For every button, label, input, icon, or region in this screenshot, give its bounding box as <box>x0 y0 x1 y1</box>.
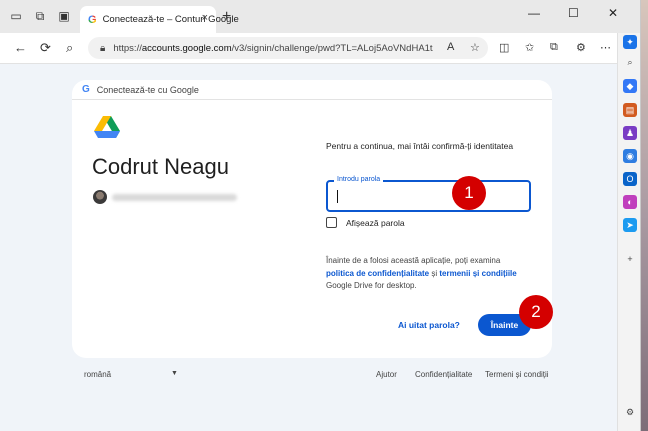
tools-icon[interactable]: ▤ <box>623 103 637 117</box>
search-icon[interactable]: ⌕ <box>66 40 73 56</box>
google-icon: G <box>88 13 97 26</box>
desktop-background-edge <box>641 0 648 431</box>
card-header: G Conectează-te cu Google <box>72 80 552 100</box>
tab-title: Conectează-te – Conturi Google <box>102 14 239 25</box>
footer-privacy-link[interactable]: Confidențialitate <box>415 370 472 379</box>
page-footer: română ▼ Ajutor Confidențialitate Termen… <box>0 370 617 386</box>
games-icon[interactable]: ♟ <box>623 126 637 140</box>
settings-gear-icon[interactable]: ⚙ <box>623 405 637 419</box>
app-info-text: Înainte de a folosi această aplicație, p… <box>326 256 517 290</box>
tab-google-signin[interactable]: G Conectează-te – Conturi Google × <box>80 6 239 33</box>
url-text: https://accounts.google.com/v3/signin/ch… <box>113 42 433 54</box>
footer-help-link[interactable]: Ajutor <box>376 370 397 379</box>
account-name: Codrut Neagu <box>92 154 229 179</box>
google-icon: G <box>82 84 90 95</box>
language-select[interactable]: română <box>84 370 111 379</box>
identity-prompt: Pentru a continua, mai întâi confirmă-ți… <box>326 141 514 151</box>
tab-bar: ▭ ⧉ ▣ G Conectează-te – Conturi Google ×… <box>0 0 640 33</box>
more-icon[interactable]: ⋯ <box>600 41 611 54</box>
maximize-button[interactable]: ☐ <box>568 6 579 20</box>
vertical-tabs-icon[interactable]: ▣ <box>56 9 72 23</box>
designer-icon[interactable]: ◐ <box>623 195 637 209</box>
favorites-bar-icon[interactable]: ✩ <box>525 41 534 54</box>
minimize-button[interactable]: — <box>528 6 540 20</box>
microsoft365-icon[interactable]: ◉ <box>623 149 637 163</box>
avatar <box>93 190 107 204</box>
lock-icon: 🔒︎ <box>100 42 106 54</box>
new-tab-button[interactable]: + <box>222 8 231 26</box>
show-password-label[interactable]: Afișează parola <box>346 218 405 228</box>
email-redacted <box>112 194 237 201</box>
add-sidebar-icon[interactable]: + <box>623 252 637 266</box>
annotation-badge-1: 1 <box>452 176 486 210</box>
browser-window: ▭ ⧉ ▣ G Conectează-te – Conturi Google ×… <box>0 0 641 431</box>
refresh-button[interactable]: ⟳ <box>40 40 51 56</box>
navigation-bar: ← ⟳ ⌕ 🔒︎ https://accounts.google.com/v3/… <box>0 33 640 64</box>
privacy-policy-link[interactable]: politica de confidențialitate <box>326 269 429 278</box>
split-screen-icon[interactable]: ◫ <box>499 41 509 54</box>
edge-sidebar: ✦ ⌕ ◆ ▤ ♟ ◉ O ◐ ➤ + ⚙ <box>617 33 640 431</box>
chevron-down-icon[interactable]: ▼ <box>171 370 178 377</box>
footer-terms-link[interactable]: Termeni și condiții <box>485 370 549 379</box>
sidebar-search-icon[interactable]: ⌕ <box>623 55 637 69</box>
tab-actions-icon[interactable]: ⧉ <box>32 9 48 23</box>
google-drive-icon <box>94 116 120 138</box>
annotation-badge-2: 2 <box>519 295 553 329</box>
show-password-row[interactable]: Afișează parola <box>326 217 405 228</box>
password-field[interactable]: Introdu parola <box>326 176 531 212</box>
forgot-password-link[interactable]: Ai uitat parola? <box>398 320 460 330</box>
workspaces-icon[interactable]: ▭ <box>8 9 24 23</box>
password-label: Introdu parola <box>334 176 384 183</box>
terms-link[interactable]: termenii și condițiile <box>439 269 516 278</box>
outlook-icon[interactable]: O <box>623 172 637 186</box>
signin-card: G Conectează-te cu Google Codrut Neagu P… <box>72 80 552 358</box>
shopping-icon[interactable]: ◆ <box>623 79 637 93</box>
read-aloud-icon[interactable]: A <box>447 41 454 53</box>
close-window-button[interactable]: ✕ <box>608 6 618 20</box>
tab-close-icon[interactable]: × <box>202 12 208 24</box>
text-cursor <box>337 190 338 203</box>
page-content: G Conectează-te cu Google Codrut Neagu P… <box>0 64 617 431</box>
back-button[interactable]: ← <box>14 40 27 55</box>
extensions-icon[interactable]: ⚙ <box>576 41 586 54</box>
copilot-icon[interactable]: ✦ <box>623 35 637 49</box>
collections-icon[interactable]: ⧉ <box>550 41 558 54</box>
header-text: Conectează-te cu Google <box>96 84 199 95</box>
favorite-icon[interactable]: ☆ <box>470 41 480 54</box>
show-password-checkbox[interactable] <box>326 217 337 228</box>
address-bar[interactable]: 🔒︎ https://accounts.google.com/v3/signin… <box>88 37 488 59</box>
send-icon[interactable]: ➤ <box>623 218 637 232</box>
